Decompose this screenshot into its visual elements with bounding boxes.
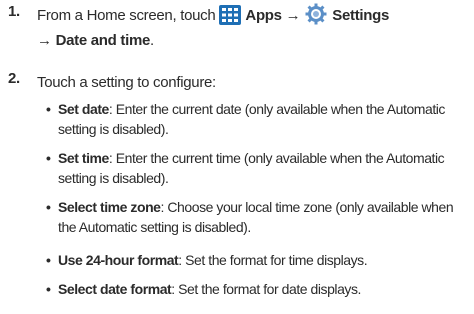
- date-and-time-label: Date and time: [55, 32, 151, 49]
- apps-grid-icon: [219, 5, 242, 25]
- arrow: →: [37, 32, 52, 49]
- step-number: 1.: [8, 3, 20, 20]
- bullet-icon: •: [46, 199, 51, 215]
- step-number: 2.: [8, 70, 20, 87]
- instruction-page: 1. From a Home screen, touch Apps → Sett…: [0, 0, 474, 314]
- bullet-icon: •: [46, 281, 51, 297]
- arrow: →: [285, 7, 301, 24]
- settings-gear-icon: [304, 3, 328, 25]
- step-text: Touch a setting to configure:: [37, 74, 216, 91]
- bullet-icon: •: [46, 150, 51, 166]
- settings-label: Settings: [332, 7, 390, 24]
- step-text: From a Home screen, touch Apps → Setting…: [37, 3, 468, 53]
- bullet-icon: •: [46, 101, 51, 117]
- apps-label: Apps: [245, 7, 282, 24]
- bullet-icon: •: [46, 252, 51, 268]
